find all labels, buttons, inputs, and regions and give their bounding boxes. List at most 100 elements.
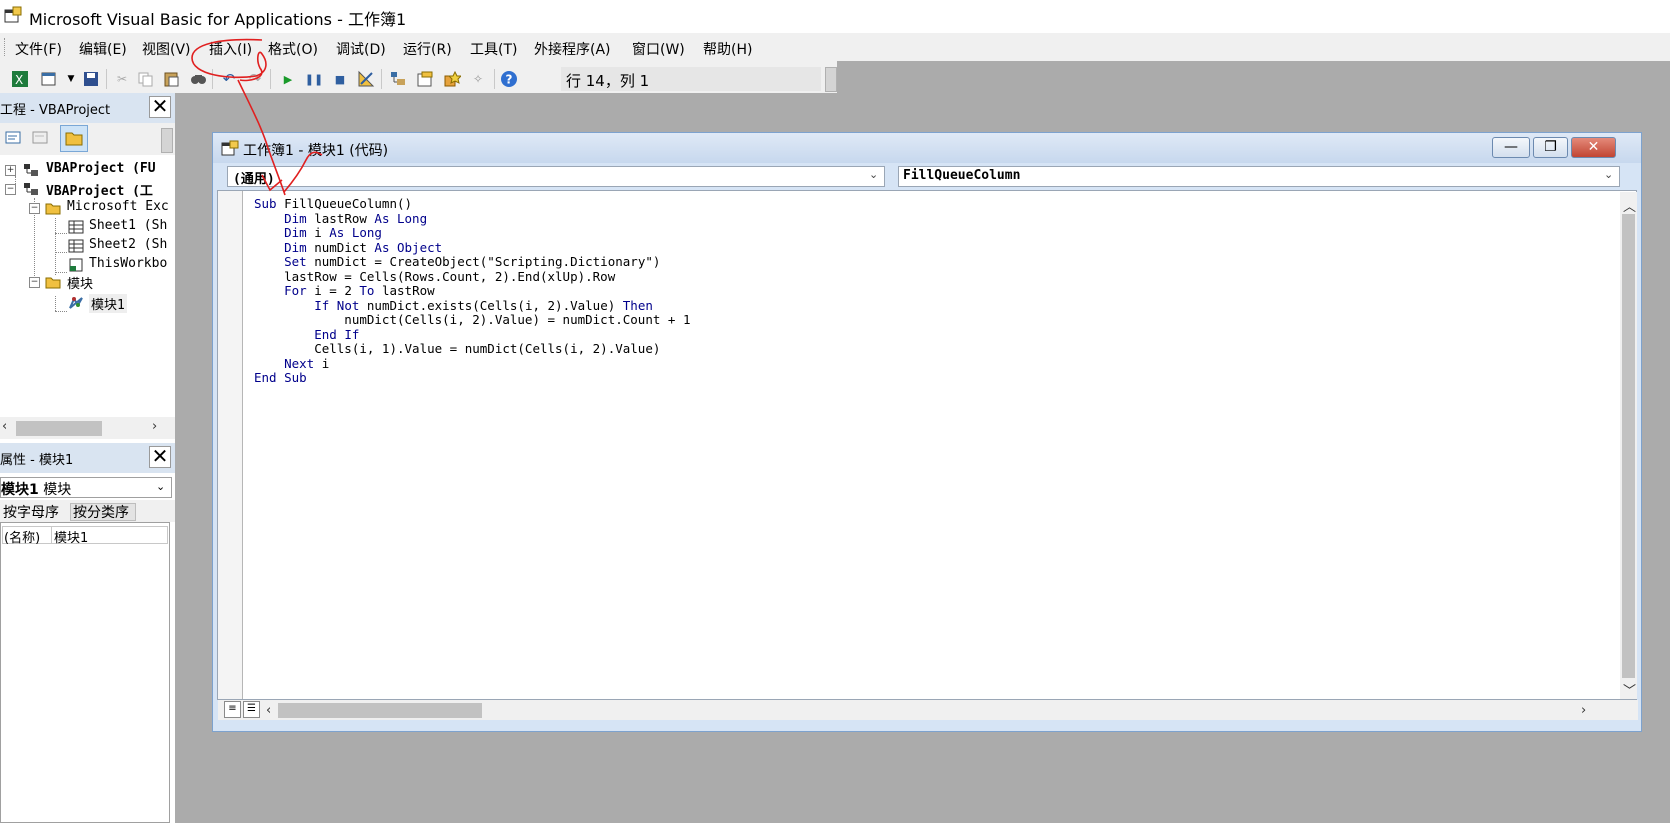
scroll-thumb[interactable] <box>1622 214 1635 678</box>
scroll-left-icon[interactable]: ‹ <box>2 419 7 434</box>
vba-app-icon <box>4 6 22 23</box>
scroll-thumb[interactable] <box>16 421 102 436</box>
tree-node-module1[interactable]: 模块1 <box>89 294 127 313</box>
scroll-right-icon[interactable]: › <box>1581 703 1586 718</box>
tree-collapse-toggle[interactable]: − <box>29 277 40 288</box>
menu-file[interactable]: 文件(F) <box>15 39 62 59</box>
view-object-icon[interactable] <box>31 129 49 147</box>
menu-tools[interactable]: 工具(T) <box>470 39 517 59</box>
run-icon[interactable]: ▶ <box>279 70 297 88</box>
properties-close-button[interactable]: ✕ <box>149 446 171 468</box>
folder-icon <box>45 277 61 289</box>
scroll-left-icon[interactable]: ‹ <box>266 703 271 718</box>
tree-node-thisworkbook[interactable]: ThisWorkbo <box>89 256 167 271</box>
code-line[interactable]: Sub FillQueueColumn() <box>254 196 412 212</box>
menu-debug[interactable]: 调试(D) <box>336 39 386 59</box>
code-margin[interactable] <box>218 191 243 699</box>
menu-grip <box>4 38 8 56</box>
toolbar-options[interactable] <box>825 67 837 92</box>
tree-node-modules[interactable]: 模块 <box>67 273 93 292</box>
close-button[interactable]: ✕ <box>1571 137 1616 158</box>
tab-categorized[interactable]: 按分类序 <box>73 502 129 522</box>
copy-icon[interactable] <box>136 70 154 88</box>
tree-node-sheet2[interactable]: Sheet2 (Sh <box>89 237 167 252</box>
menu-view[interactable]: 视图(V) <box>142 39 191 59</box>
object-select-value: 模块1 模块 <box>1 482 72 498</box>
minimize-button[interactable]: — <box>1492 137 1530 158</box>
workbook-icon <box>69 258 83 272</box>
project-close-button[interactable]: ✕ <box>149 96 171 118</box>
full-module-view-icon[interactable]: ☰ <box>243 701 260 718</box>
tree-node-sheet1[interactable]: Sheet1 (Sh <box>89 218 167 233</box>
menu-run[interactable]: 运行(R) <box>403 39 452 59</box>
menu-edit[interactable]: 编辑(E) <box>79 39 127 59</box>
menu-window[interactable]: 窗口(W) <box>632 39 685 59</box>
tab-alphabetic[interactable]: 按字母序 <box>3 502 59 522</box>
cut-icon[interactable]: ✂ <box>113 70 131 88</box>
tree-node-vbaproject-workbook[interactable]: VBAProject (工 <box>46 180 153 199</box>
toolbox-icon[interactable]: ✧ <box>469 70 487 88</box>
toolbar-separator <box>381 69 382 89</box>
tree-connector <box>55 233 67 234</box>
tree-collapse-toggle[interactable]: − <box>5 184 16 195</box>
scroll-right-icon[interactable]: › <box>152 419 157 434</box>
help-icon[interactable]: ? <box>500 70 518 88</box>
find-icon[interactable] <box>189 70 207 88</box>
view-excel-icon[interactable]: X <box>11 70 29 88</box>
folder-icon <box>45 203 61 215</box>
redo-icon[interactable]: ↷ <box>246 70 264 88</box>
chevron-down-icon[interactable]: ⌄ <box>156 480 165 493</box>
tree-collapse-toggle[interactable]: − <box>29 203 40 214</box>
code-line[interactable]: Dim i As Long <box>254 225 382 241</box>
undo-icon[interactable]: ↶ <box>220 70 238 88</box>
property-value[interactable]: 模块1 <box>54 527 88 546</box>
object-browser-icon[interactable] <box>443 70 461 88</box>
project-explorer-icon[interactable] <box>389 70 407 88</box>
properties-title: 属性 - 模块1 <box>0 453 74 468</box>
tree-expand-toggle[interactable]: + <box>5 165 16 176</box>
scroll-thumb[interactable] <box>278 703 482 718</box>
svg-text:X: X <box>15 73 23 87</box>
design-mode-icon[interactable] <box>357 70 375 88</box>
code-window-titlebar <box>213 133 1641 163</box>
menu-insert[interactable]: 插入(I) <box>209 39 252 59</box>
menu-format[interactable]: 格式(O) <box>268 39 318 59</box>
vbaproject-icon <box>24 164 38 176</box>
menu-help[interactable]: 帮助(H) <box>703 39 752 59</box>
tree-connector <box>55 218 56 275</box>
property-divider <box>51 526 52 544</box>
cursor-position: 行 14，列 1 <box>566 72 650 90</box>
properties-window-icon[interactable] <box>416 70 434 88</box>
tree-connector <box>55 311 67 312</box>
code-line[interactable]: numDict(Cells(i, 2).Value) = numDict.Cou… <box>254 312 690 328</box>
pause-icon[interactable]: ❚❚ <box>305 70 323 88</box>
tree-node-vbaproject-fu[interactable]: VBAProject (FU <box>46 161 156 176</box>
procedure-view-icon[interactable]: ≡ <box>224 701 241 718</box>
toolbar-separator <box>270 69 271 89</box>
code-line[interactable]: For i = 2 To lastRow <box>254 283 435 299</box>
code-line[interactable]: Set numDict = CreateObject("Scripting.Di… <box>254 254 660 270</box>
chevron-down-icon[interactable]: ⌄ <box>1604 168 1613 181</box>
reset-icon[interactable]: ■ <box>331 70 349 88</box>
dropdown-arrow-icon[interactable]: ▼ <box>62 70 80 88</box>
toolbar-separator <box>494 69 495 89</box>
module-icon <box>69 296 83 309</box>
project-toolbar-options[interactable] <box>161 128 173 153</box>
menu-addins[interactable]: 外接程序(A) <box>534 39 611 59</box>
tree-node-excel-objects[interactable]: Microsoft Exc <box>67 199 169 214</box>
code-line[interactable]: End Sub <box>254 370 307 386</box>
object-combo[interactable] <box>227 166 885 187</box>
paste-icon[interactable] <box>162 70 180 88</box>
insert-userform-icon[interactable] <box>40 70 58 88</box>
scroll-down-icon[interactable]: ﹀ <box>1623 680 1636 699</box>
restore-button[interactable]: ❐ <box>1533 137 1568 158</box>
scroll-up-icon[interactable]: ︿ <box>1623 196 1636 215</box>
view-code-icon[interactable] <box>4 129 22 147</box>
code-line[interactable]: Cells(i, 1).Value = numDict(Cells(i, 2).… <box>254 341 660 357</box>
save-icon[interactable] <box>82 70 100 88</box>
tree-connector <box>55 296 56 311</box>
worksheet-icon <box>68 220 84 234</box>
chevron-down-icon[interactable]: ⌄ <box>869 168 878 181</box>
procedure-combo-value: FillQueueColumn <box>903 168 1021 183</box>
tree-connector <box>55 272 67 273</box>
